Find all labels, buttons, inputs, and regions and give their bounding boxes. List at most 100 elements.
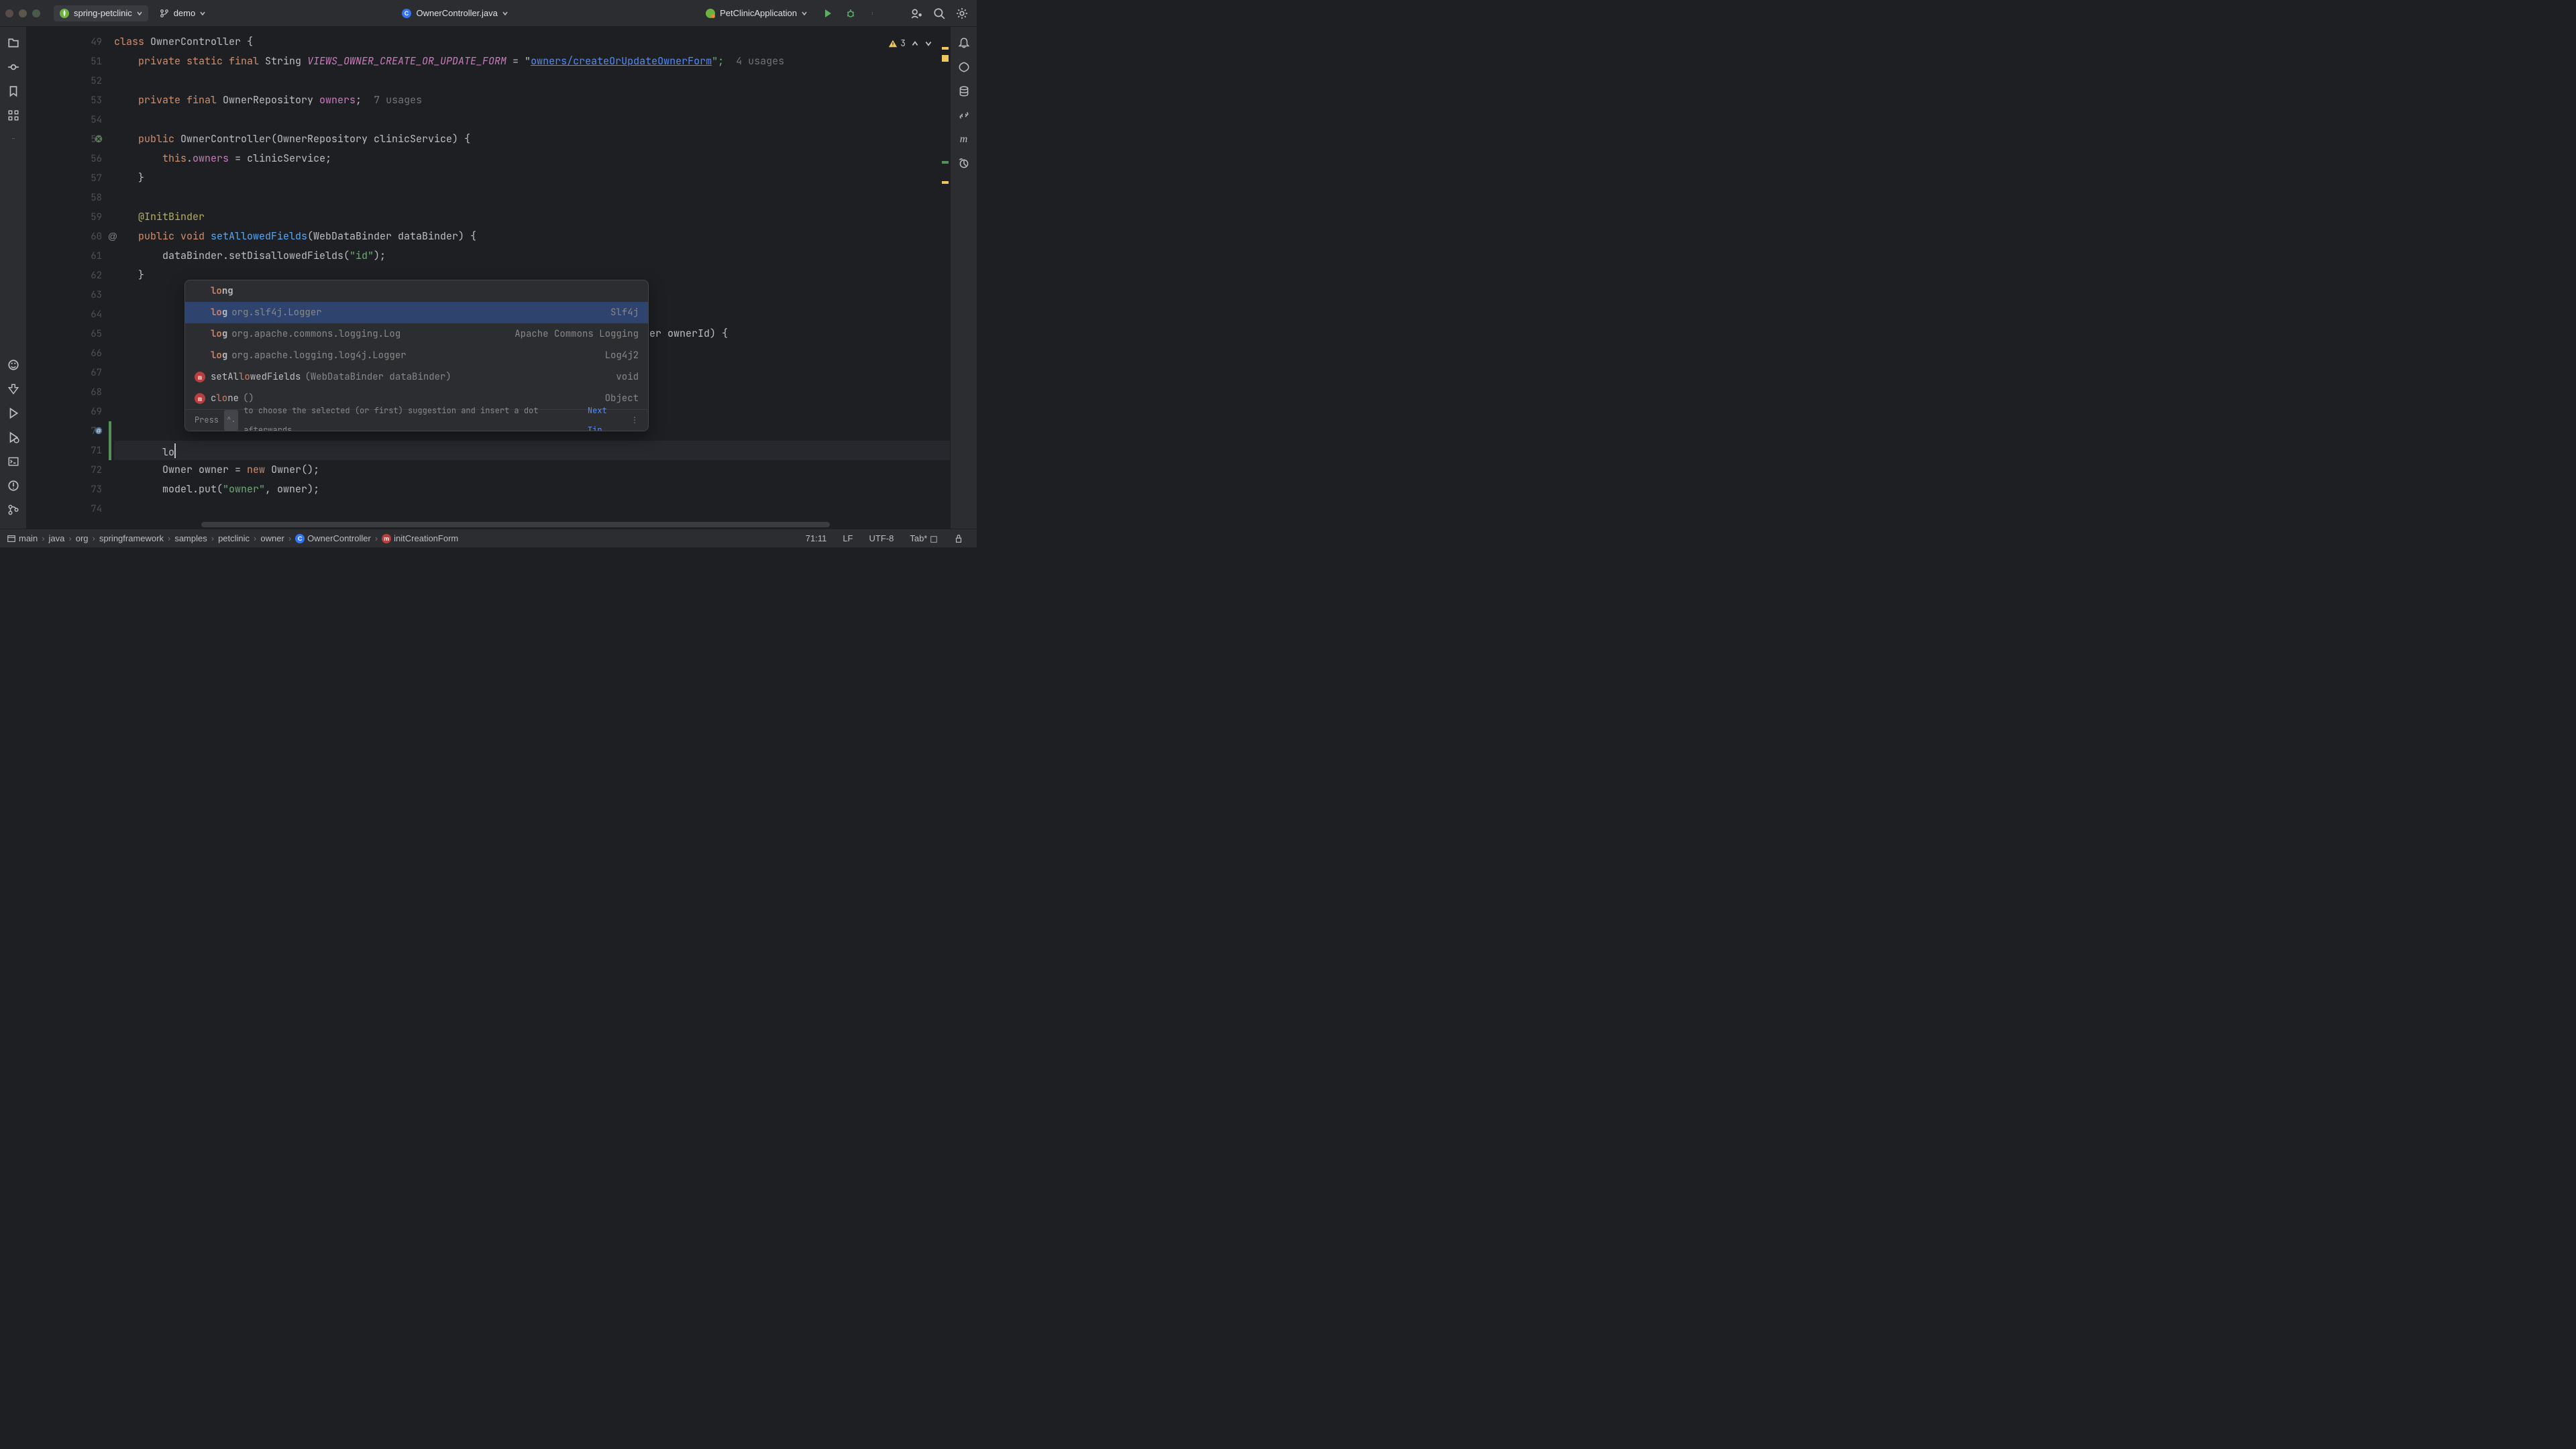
line-separator[interactable]: LF — [836, 533, 859, 543]
svg-text:C: C — [405, 10, 409, 17]
debug-button[interactable] — [841, 4, 860, 23]
more-actions-button[interactable] — [864, 4, 883, 23]
line-number: 51 — [91, 56, 102, 68]
status-bar: main› java› org› springframework› sample… — [0, 529, 977, 547]
left-tool-rail — [0, 27, 27, 529]
endpoints-tool-button[interactable] — [953, 105, 975, 126]
minimize-window-icon[interactable] — [19, 9, 27, 17]
more-tools-button[interactable] — [3, 129, 24, 150]
breadcrumb-item[interactable]: java — [49, 533, 65, 543]
ai-assistant-tool-button[interactable] — [953, 56, 975, 78]
file-encoding[interactable]: UTF-8 — [863, 533, 901, 543]
next-tip-link[interactable]: Next Tip — [588, 401, 625, 432]
breadcrumb-item[interactable]: springframework — [99, 533, 164, 543]
completion-popup: long logorg.slf4j.Logger Slf4j logorg.ap… — [184, 280, 649, 431]
breadcrumb-item[interactable]: owner — [260, 533, 284, 543]
warning-icon — [888, 39, 898, 48]
maximize-window-icon[interactable] — [32, 9, 40, 17]
scrollbar-thumb[interactable] — [201, 522, 830, 527]
breadcrumb-item[interactable]: COwnerController — [295, 533, 371, 543]
search-everywhere-button[interactable] — [930, 4, 949, 23]
vcs-tool-button[interactable] — [3, 499, 24, 521]
chevron-down-icon — [199, 10, 206, 17]
indent-settings[interactable]: Tab* — [903, 533, 945, 543]
line-number: 49 — [91, 36, 102, 48]
notifications-tool-button[interactable] — [953, 32, 975, 54]
chevron-down-icon[interactable] — [924, 40, 932, 48]
breadcrumb-item[interactable]: minitCreationForm — [382, 533, 458, 543]
nav-icon[interactable] — [94, 134, 105, 145]
chevron-down-icon — [502, 10, 508, 17]
completion-item[interactable]: long — [185, 280, 648, 302]
code-editor[interactable]: 3 class OwnerController { private static… — [114, 27, 950, 529]
readonly-toggle[interactable] — [947, 534, 970, 543]
footer-hint-pre: Press — [195, 411, 219, 430]
completion-item[interactable]: logorg.apache.commons.logging.Log Apache… — [185, 323, 648, 345]
close-window-icon[interactable] — [5, 9, 13, 17]
run-tool-button[interactable] — [3, 402, 24, 424]
open-file-tab[interactable]: C OwnerController.java — [394, 5, 515, 21]
endpoint-icon[interactable]: @ — [94, 426, 105, 437]
terminal-tool-button[interactable] — [3, 451, 24, 472]
line-number: 73 — [91, 484, 102, 496]
line-number: 71 — [91, 445, 102, 457]
run-button[interactable] — [818, 4, 837, 23]
caret-position[interactable]: 71:11 — [799, 533, 834, 543]
line-number: 56 — [91, 153, 102, 165]
line-number: 59 — [91, 211, 102, 223]
project-selector[interactable]: spring-petclinic — [54, 5, 148, 21]
spring-icon — [59, 8, 70, 19]
warnings-count: 3 — [900, 34, 906, 53]
branch-icon — [159, 8, 170, 19]
settings-button[interactable] — [953, 4, 971, 23]
line-number: 63 — [91, 289, 102, 301]
line-number: 54 — [91, 114, 102, 126]
commit-tool-button[interactable] — [3, 56, 24, 78]
line-number: 53 — [91, 95, 102, 107]
breadcrumb-item[interactable]: org — [76, 533, 89, 543]
run-configuration-selector[interactable]: PetClinicApplication — [698, 5, 814, 21]
database-tool-button[interactable] — [953, 80, 975, 102]
build-tool-button[interactable] — [3, 378, 24, 400]
services-tool-button[interactable] — [3, 427, 24, 448]
open-file-name: OwnerController.java — [416, 8, 497, 18]
breadcrumb-item[interactable]: petclinic — [218, 533, 250, 543]
horizontal-scrollbar[interactable] — [201, 521, 941, 529]
run-config-name: PetClinicApplication — [720, 8, 797, 18]
right-tool-rail: m — [950, 27, 977, 529]
code-with-me-button[interactable] — [907, 4, 926, 23]
completion-item-selected[interactable]: logorg.slf4j.Logger Slf4j — [185, 302, 648, 323]
chevron-up-icon[interactable] — [911, 40, 919, 48]
maven-tool-button[interactable]: m — [953, 129, 975, 150]
problems-tool-button[interactable] — [3, 475, 24, 496]
structure-tool-button[interactable] — [3, 105, 24, 126]
completion-more-button[interactable]: ⋮ — [631, 411, 639, 430]
spring-boot-icon — [705, 8, 716, 19]
line-number: 57 — [91, 172, 102, 184]
line-number: 69 — [91, 406, 102, 418]
inspections-widget[interactable]: 3 — [888, 34, 932, 53]
line-number: 67 — [91, 367, 102, 379]
vcs-branch-selector[interactable]: demo — [154, 5, 212, 21]
footer-kbd: ^. — [224, 410, 238, 431]
line-number: 61 — [91, 250, 102, 262]
method-icon: m — [195, 393, 205, 404]
breadcrumb-toggle-icon[interactable] — [7, 534, 16, 543]
completion-item[interactable]: logorg.apache.logging.log4j.Logger Log4j… — [185, 345, 648, 366]
editor-gutter[interactable]: 49 51 52 53 54 55 56 57 58 59 60@ 61 62 … — [27, 27, 114, 529]
breadcrumb-item[interactable]: samples — [174, 533, 207, 543]
error-stripe[interactable] — [941, 27, 950, 529]
vcs-added-marker[interactable] — [109, 421, 111, 460]
breadcrumb-item[interactable]: main — [19, 533, 38, 543]
coverage-tool-button[interactable] — [953, 153, 975, 174]
line-number: 66 — [91, 347, 102, 360]
completion-item[interactable]: m setAllowedFields(WebDataBinder dataBin… — [185, 366, 648, 388]
line-number: 52 — [91, 75, 102, 87]
emoji-tool-button[interactable] — [3, 354, 24, 376]
class-icon: C — [295, 534, 305, 543]
line-number: 58 — [91, 192, 102, 204]
bookmarks-tool-button[interactable] — [3, 80, 24, 102]
project-tool-button[interactable] — [3, 32, 24, 54]
svg-text:@: @ — [96, 429, 101, 433]
java-class-icon: C — [401, 8, 412, 19]
